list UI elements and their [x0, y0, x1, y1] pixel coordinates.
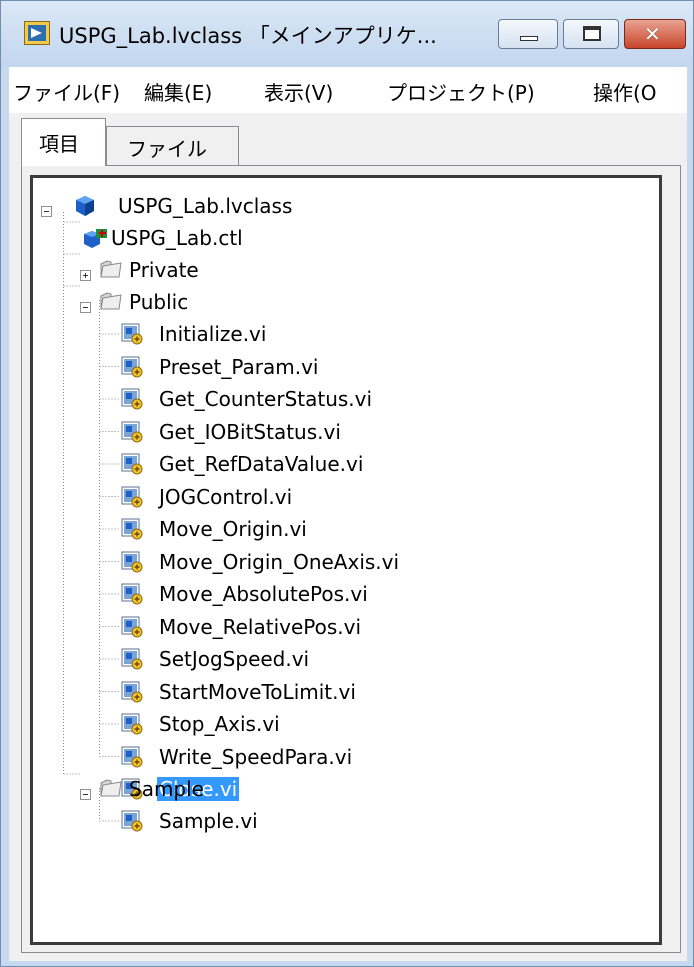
maximize-icon — [583, 26, 601, 41]
tab-files[interactable]: ファイル — [106, 126, 239, 166]
window-title: USPG_Lab.lvclass 「メインアプリケ... — [59, 24, 437, 48]
tree-item-label: Move_RelativePos.vi — [159, 614, 362, 639]
labview-project-icon — [24, 21, 50, 45]
project-window: USPG_Lab.lvclass 「メインアプリケ... ✕ ファイル(F) 編… — [0, 0, 694, 967]
vi-icon — [121, 648, 143, 674]
close-icon: ✕ — [644, 22, 661, 46]
tree-item-label: Get_CounterStatus.vi — [159, 387, 373, 411]
vi-icon — [121, 453, 143, 479]
tab-items-label: 項目 — [39, 132, 79, 156]
minimize-button[interactable] — [498, 19, 558, 49]
class-control-icon — [84, 229, 107, 248]
menu-view[interactable]: 表示(V) — [264, 77, 333, 106]
vi-icon — [121, 486, 143, 512]
tree-item-label: Sample — [129, 777, 204, 801]
menu-edit[interactable]: 編集(E) — [144, 77, 212, 106]
menu-bar: ファイル(F) 編集(E) 表示(V) プロジェクト(P) 操作(O — [9, 67, 687, 114]
tree-item-label: StartMoveToLimit.vi — [159, 679, 356, 704]
tree-item-label: Public — [129, 290, 189, 314]
tree-item-label: Preset_Param.vi — [159, 354, 319, 379]
tree-item-label: USPG_Lab.ctl — [111, 226, 243, 250]
tree-item-label: Sample.vi — [159, 809, 258, 833]
tree-item-label: SetJogSpeed.vi — [159, 647, 310, 671]
menu-project[interactable]: プロジェクト(P) — [387, 77, 535, 106]
vi-icon — [121, 551, 143, 577]
tree-item-label: Move_Origin.vi — [159, 517, 307, 541]
menu-operate[interactable]: 操作(O — [593, 77, 657, 106]
maximize-button[interactable] — [563, 19, 619, 49]
vi-icon — [121, 583, 143, 609]
expand-private-toggle[interactable] — [80, 270, 91, 281]
vi-icon — [121, 356, 143, 382]
menu-file[interactable]: ファイル(F) — [13, 77, 120, 106]
collapse-public-toggle[interactable] — [80, 302, 91, 313]
collapse-sample-toggle[interactable] — [80, 789, 91, 800]
tab-files-label: ファイル — [127, 137, 207, 161]
project-tree[interactable]: USPG_Lab.lvclass USPG_Lab.ctl Private Pu… — [30, 175, 662, 945]
tree-item-label: USPG_Lab.lvclass — [118, 194, 293, 218]
tree-item-label: Move_Origin_OneAxis.vi — [159, 549, 400, 574]
folder-open-icon — [100, 779, 122, 797]
vi-icon — [121, 616, 143, 642]
tree-item-label: Write_SpeedPara.vi — [159, 744, 353, 769]
folder-icon — [100, 260, 122, 278]
tree-item-label: Get_IOBitStatus.vi — [159, 419, 341, 444]
tree-item-label: Stop_Axis.vi — [159, 712, 280, 736]
minimize-icon — [520, 36, 538, 41]
folder-open-icon — [100, 292, 122, 310]
tree-item-label: Move_AbsolutePos.vi — [159, 582, 368, 606]
tree-item-label: Get_RefDataValue.vi — [159, 452, 364, 476]
tree-item-label: Initialize.vi — [159, 322, 267, 346]
collapse-root-toggle[interactable] — [41, 206, 52, 217]
vi-icon — [121, 681, 143, 707]
vi-icon — [121, 518, 143, 544]
tab-items[interactable]: 項目 — [21, 118, 106, 166]
title-bar[interactable]: USPG_Lab.lvclass 「メインアプリケ... ✕ — [1, 1, 693, 67]
tree-item-label: JOGControl.vi — [159, 484, 293, 509]
vi-icon — [121, 713, 143, 739]
vi-icon — [121, 421, 143, 447]
vi-icon — [121, 388, 143, 414]
vi-icon — [121, 746, 143, 772]
tree-item-label: Private — [129, 258, 199, 282]
close-button[interactable]: ✕ — [624, 19, 686, 49]
class-cube-icon — [76, 196, 94, 216]
vi-icon — [121, 810, 143, 836]
vi-icon — [121, 323, 143, 349]
